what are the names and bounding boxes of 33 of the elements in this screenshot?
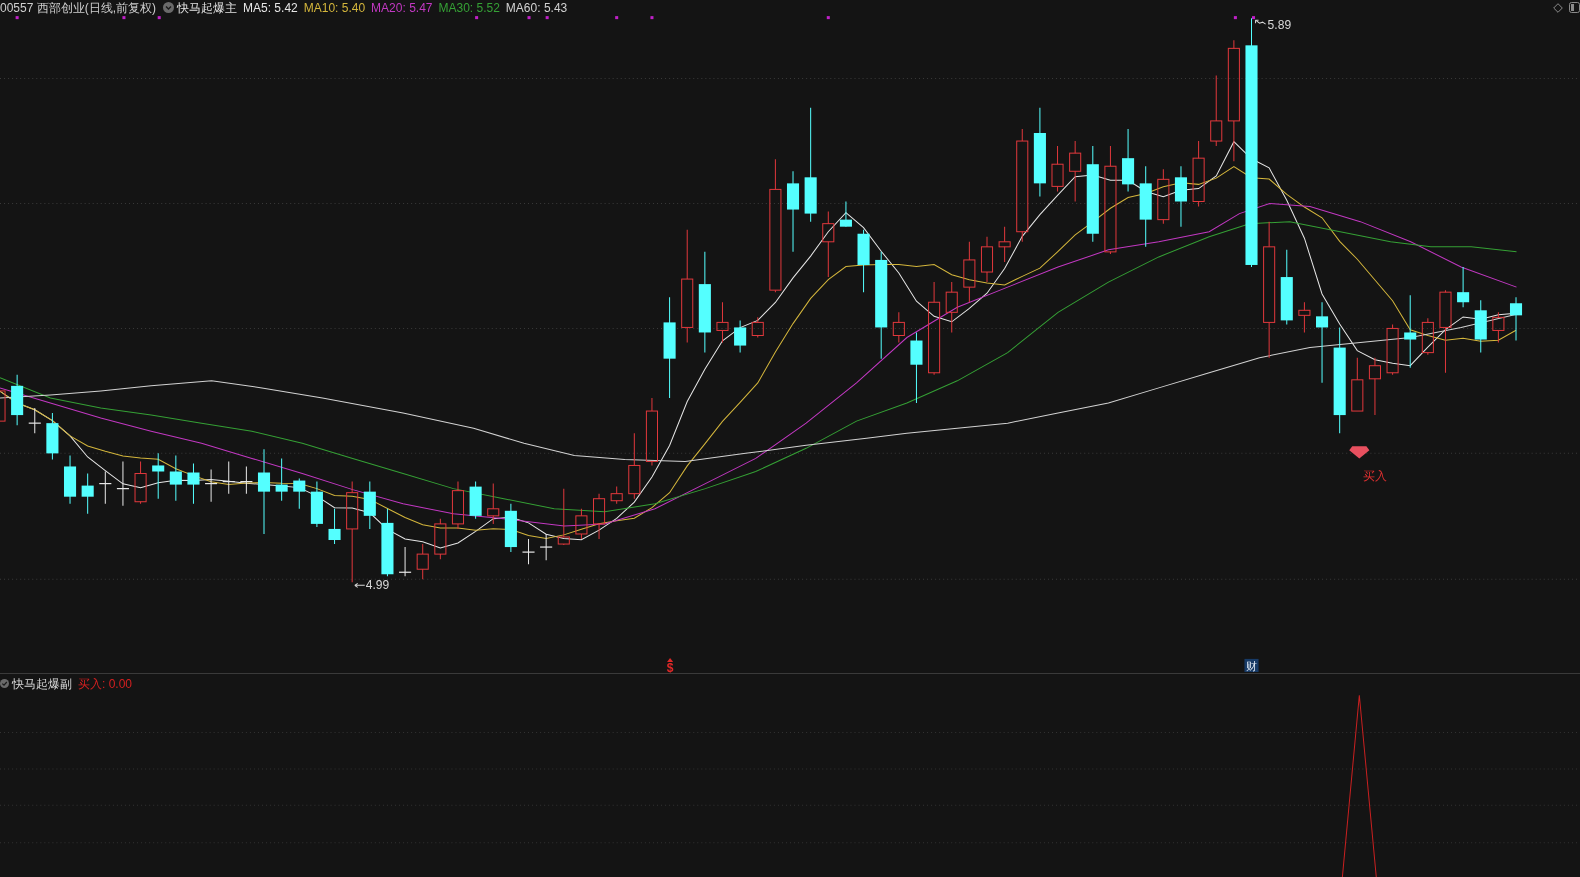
moving-average-legend: MA10: 5.40 — [303, 1, 366, 14]
chevron-down-icon[interactable] — [163, 2, 175, 13]
moving-average-legend: MA60: 5.43 — [505, 1, 568, 14]
triangle-icon — [667, 657, 674, 662]
square-marker-icon — [15, 16, 19, 20]
indicator-name: 快马起爆副 — [12, 677, 72, 690]
diamond-icon[interactable] — [1553, 2, 1563, 13]
buy-signal-label: 买入 — [1363, 468, 1388, 483]
stock-title: 00557 西部创业(日线,前复权) — [0, 1, 157, 14]
square-marker-icon — [157, 16, 161, 20]
moving-average-legend: MA5: 5.42 — [243, 1, 298, 14]
square-marker-icon — [527, 16, 531, 20]
check-circle-icon[interactable] — [0, 679, 9, 688]
square-marker-icon — [1233, 16, 1237, 20]
low-price-label: 4.99 — [365, 578, 390, 593]
square-marker-icon — [545, 16, 549, 20]
panel-toggle-icon[interactable] — [1569, 2, 1580, 13]
square-marker-icon — [650, 16, 654, 20]
leader-arrow — [354, 582, 366, 588]
indicator-name: 快马起爆主 — [177, 1, 238, 14]
square-marker-icon — [122, 16, 126, 20]
high-price-label: 5.89 — [1267, 18, 1292, 33]
moving-average-legend: MA20: 5.47 — [371, 1, 433, 14]
buy-reading: 买入: 0.00 — [78, 677, 133, 690]
square-marker-icon — [475, 16, 479, 20]
dividend-marker: $ — [666, 661, 674, 673]
finance-report-badge[interactable]: 财 — [1244, 658, 1259, 672]
square-marker-icon — [826, 16, 830, 20]
square-marker-icon — [615, 16, 619, 20]
leader-arrow — [1255, 19, 1267, 25]
square-marker-icon — [1252, 16, 1256, 20]
gem-icon — [1349, 446, 1370, 459]
moving-average-legend: MA30: 5.52 — [438, 1, 500, 14]
